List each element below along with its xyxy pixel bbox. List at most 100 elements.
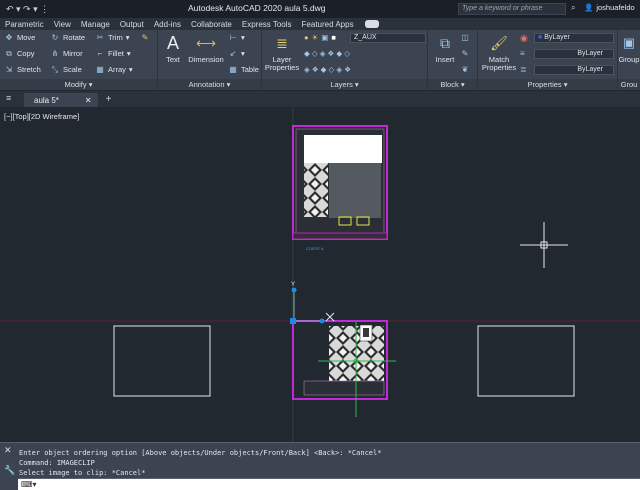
tab-output[interactable]: Output	[115, 20, 149, 29]
command-input[interactable]	[18, 478, 640, 490]
scale-icon: ⤡	[51, 65, 59, 74]
chevron-down-icon[interactable]: ▾	[127, 49, 131, 58]
tab-add-ins[interactable]: Add-ins	[149, 20, 186, 29]
tab-express-tools[interactable]: Express Tools	[237, 20, 297, 29]
wrench-icon[interactable]: 🔧	[4, 465, 15, 476]
groups-panel: ▣ Group Grou	[618, 30, 640, 90]
linetype-icon: ≡	[520, 49, 525, 58]
quick-access-toolbar[interactable]: ↶ ▾ ↷ ▾ ⋮	[6, 4, 49, 15]
sun-icon: ☀	[311, 33, 319, 42]
trim-button[interactable]: ✂ Trim ▾	[95, 33, 130, 42]
user-account[interactable]: 👤 joshuafeldo	[584, 3, 635, 12]
start-tab-icon[interactable]: ≡	[6, 93, 16, 103]
block-panel: ⧉ Insert ◫ ✎ ❦ Block ▾	[428, 30, 478, 90]
groups-panel-title[interactable]: Grou	[618, 79, 640, 90]
svg-text:Y: Y	[291, 282, 295, 288]
copy-icon: ⧉	[6, 49, 12, 58]
layer-tool-icon: ◆ ◇ ◈ ❖ ◆ ◇	[304, 49, 350, 58]
leader-button[interactable]: ↙ ▾	[228, 49, 245, 58]
lightbulb-icon: ●	[304, 33, 309, 42]
properties-panel: 🖌 Match Properties ◉ ■ ByLayer ≡ ByLayer …	[478, 30, 618, 90]
layer-tools-row-2[interactable]: ◈ ❖ ◆ ◇ ◈ ❖	[304, 65, 351, 74]
drawing-viewport[interactable]: [−][Top][2D Wireframe] CORTE A Y	[0, 107, 640, 442]
fillet-button[interactable]: ⌐ Fillet ▾	[95, 49, 131, 58]
array-button[interactable]: ▦ Array ▾	[95, 65, 133, 74]
close-icon[interactable]: ✕	[85, 96, 92, 105]
upper-floor-plan[interactable]: CORTE A	[292, 125, 388, 251]
color-dropdown[interactable]: ■ ByLayer	[534, 33, 614, 43]
layer-dropdown[interactable]: Z_AUX	[350, 33, 426, 43]
array-icon: ▦	[96, 65, 104, 74]
document-tab-bar: ≡ aula 5* ✕ +	[0, 91, 640, 107]
insert-button[interactable]: ⧉ Insert	[430, 32, 460, 64]
tab-view[interactable]: View	[49, 20, 76, 29]
layer-state-icons[interactable]: ● ☀ ▣ ■	[304, 33, 336, 42]
dimension-button[interactable]: ⟷ Dimension	[186, 32, 226, 64]
copy-button[interactable]: ⧉ Copy	[4, 49, 34, 58]
create-block-button[interactable]: ◫	[460, 33, 470, 42]
ucs-icon: Y	[291, 282, 325, 324]
chevron-down-icon[interactable]: ▾	[126, 33, 130, 42]
file-tab[interactable]: aula 5* ✕	[24, 93, 98, 107]
command-history-line: Select image to clip: *Cancel*	[19, 469, 146, 477]
annotation-panel: A Text ⟷ Dimension ⊢ ▾ ↙ ▾ ▦ Table Annotation…	[158, 30, 262, 90]
cancel-marker-icon	[325, 312, 335, 322]
text-button[interactable]: A Text	[160, 32, 186, 64]
lock-icon: ▣	[321, 33, 329, 42]
chevron-down-icon[interactable]: ▾	[129, 65, 133, 74]
annotation-panel-title[interactable]: Annotation ▾	[158, 79, 261, 90]
move-icon: ✥	[5, 33, 13, 42]
close-icon[interactable]: ✕	[4, 445, 12, 456]
stretch-button[interactable]: ⇲ Stretch	[4, 65, 41, 74]
modify-panel-title[interactable]: Modify ▾	[0, 79, 157, 90]
block-panel-title[interactable]: Block ▾	[428, 79, 477, 90]
text-icon: A	[166, 33, 179, 53]
mirror-button[interactable]: ⋔ Mirror	[50, 49, 83, 58]
rotate-icon: ↻	[51, 33, 59, 42]
layers-panel-title[interactable]: Layers ▾	[262, 79, 427, 90]
drawing-canvas[interactable]: CORTE A Y	[0, 107, 640, 442]
grip-handle[interactable]	[290, 318, 296, 324]
scale-button[interactable]: ⤡ Scale	[50, 65, 82, 74]
match-properties-button[interactable]: 🖌 Match Properties	[480, 32, 518, 72]
layer-properties-icon: ≣	[276, 35, 288, 51]
binoculars-icon[interactable]: ⌕	[571, 3, 575, 13]
svg-text:CORTE A: CORTE A	[306, 246, 324, 251]
layer-properties-button[interactable]: ≣ Layer Properties	[264, 32, 300, 72]
layer-tool-icon: ◈ ❖ ◆ ◇ ◈ ❖	[304, 65, 351, 74]
tab-collaborate[interactable]: Collaborate	[186, 20, 237, 29]
search-input[interactable]: Type a keyword or phrase	[458, 3, 566, 15]
lower-floor-plan[interactable]	[292, 320, 388, 400]
lineweight-dropdown[interactable]: ByLayer	[534, 65, 614, 75]
table-button[interactable]: ▦ Table	[228, 65, 259, 74]
group-button[interactable]: ▣ Group	[618, 32, 640, 64]
erase-button[interactable]: ✎	[140, 33, 150, 42]
color-swatch-icon: ■	[331, 33, 336, 42]
color-swatch: ■	[538, 34, 543, 41]
tab-manage[interactable]: Manage	[76, 20, 115, 29]
ribbon-minimize-button[interactable]	[364, 20, 379, 28]
move-button[interactable]: ✥ Move	[4, 33, 36, 42]
match-properties-icon: 🖌	[490, 35, 508, 51]
ribbon-tab-bar: Parametric View Manage Output Add-ins Co…	[0, 18, 640, 30]
new-tab-button[interactable]: +	[106, 93, 112, 107]
rotate-button[interactable]: ↻ Rotate	[50, 33, 85, 42]
color-wheel-icon: ◉	[520, 33, 528, 43]
lineweight-icon: ≣	[520, 65, 527, 74]
layer-tools-row-1[interactable]: ◆ ◇ ◈ ❖ ◆ ◇	[304, 49, 350, 58]
linear-dim-button[interactable]: ⊢ ▾	[228, 33, 245, 42]
modify-panel: ✥ Move ↻ Rotate ✂ Trim ▾ ⧉ Copy ⋔ Mirror ⌐ Fill…	[0, 30, 158, 90]
image-frame-left[interactable]	[113, 325, 211, 397]
keyboard-icon[interactable]: ⌨▾	[21, 480, 37, 489]
group-icon: ▣	[622, 35, 636, 50]
edit-block-button[interactable]: ✎	[460, 49, 470, 58]
tab-featured-apps[interactable]: Featured Apps	[297, 20, 359, 29]
layers-panel: ≣ Layer Properties ● ☀ ▣ ■ Z_AUX ◆ ◇ ◈ ❖ ◆ ◇…	[262, 30, 428, 90]
linetype-dropdown[interactable]: ByLayer	[534, 49, 614, 59]
tab-parametric[interactable]: Parametric	[0, 20, 49, 29]
image-frame-right[interactable]	[477, 325, 575, 397]
attribute-icon: ❦	[461, 65, 469, 74]
properties-panel-title[interactable]: Properties ▾	[478, 79, 617, 90]
username: joshuafeldo	[596, 3, 635, 12]
attribute-button[interactable]: ❦	[460, 65, 470, 74]
